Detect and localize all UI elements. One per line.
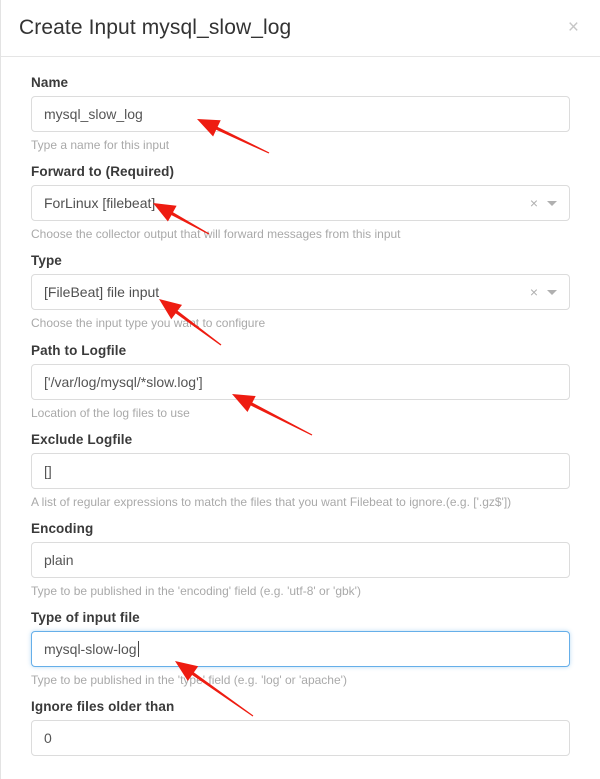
form-group-forward-to: Forward to (Required) ForLinux [filebeat]… — [31, 164, 570, 242]
help-text-encoding: Type to be published in the 'encoding' f… — [31, 583, 361, 598]
clear-icon-forward-to[interactable]: × — [530, 196, 538, 210]
form-group-type-of-input-file: Type of input file mysql-slow-log Type to … — [31, 610, 570, 688]
label-forward-to: Forward to (Required) — [31, 164, 175, 180]
select-forward-to[interactable]: ForLinux [filebeat] × — [31, 185, 570, 222]
chevron-down-icon-forward-to[interactable] — [547, 200, 557, 206]
form-group-name: Name mysql_slow_log Type a name for this i… — [31, 75, 570, 153]
select-type[interactable]: [FileBeat] file input × — [31, 274, 570, 311]
input-value-path-to-logfile: ['/var/log/mysql/*slow.log'] — [44, 373, 203, 390]
input-value-ignore-files-older-than: 0 — [44, 730, 52, 747]
input-exclude-logfile[interactable]: [] — [31, 452, 570, 489]
form-group-type: Type [FileBeat] file input × Choose the inp… — [31, 253, 570, 331]
input-encoding[interactable]: plain — [31, 541, 570, 578]
label-type: Type — [31, 253, 62, 269]
input-path-to-logfile[interactable]: ['/var/log/mysql/*slow.log'] — [31, 363, 570, 400]
form-group-exclude-logfile: Exclude Logfile [] A list of regular expre… — [31, 432, 570, 510]
create-input-modal: Create Input mysql_slow_log × Name mysql_… — [0, 0, 600, 779]
form-group-ignore-files-older-than: Ignore files older than 0 — [31, 699, 570, 757]
select-value-forward-to: ForLinux [filebeat] — [44, 195, 156, 212]
label-path-to-logfile: Path to Logfile — [31, 342, 127, 358]
text-cursor — [137, 641, 139, 658]
help-text-forward-to: Choose the collector output that will fo… — [31, 227, 401, 242]
chevron-down-icon-type[interactable] — [547, 289, 557, 295]
input-ignore-files-older-than[interactable]: 0 — [31, 720, 570, 757]
input-value-type-of-input-file: mysql-slow-log — [44, 641, 137, 658]
label-type-of-input-file: Type of input file — [31, 610, 140, 626]
page-title: Create Input mysql_slow_log — [19, 16, 292, 39]
form-group-path-to-logfile: Path to Logfile ['/var/log/mysql/*slow.lo… — [31, 343, 570, 421]
input-value-encoding: plain — [44, 551, 74, 568]
label-name: Name — [31, 75, 69, 90]
input-type-of-input-file[interactable]: mysql-slow-log — [31, 631, 570, 668]
modal-body: Name mysql_slow_log Type a name for this i… — [1, 57, 600, 757]
close-icon[interactable]: × — [564, 16, 583, 39]
clear-icon-type[interactable]: × — [530, 285, 538, 299]
select-value-type: [FileBeat] file input — [44, 284, 160, 301]
label-exclude-logfile: Exclude Logfile — [31, 431, 133, 447]
help-text-type: Choose the input type you want to config… — [31, 316, 266, 331]
form-group-encoding: Encoding plain Type to be published in the… — [31, 521, 570, 599]
help-text-type-of-input-file: Type to be published in the 'type' field… — [31, 673, 347, 688]
help-text-exclude-logfile: A list of regular expressions to match t… — [31, 494, 512, 509]
label-ignore-files-older-than: Ignore files older than — [31, 699, 175, 715]
help-text-path-to-logfile: Location of the log files to use — [31, 405, 190, 420]
input-value-exclude-logfile: [] — [44, 462, 52, 479]
input-name[interactable]: mysql_slow_log — [31, 96, 570, 132]
label-encoding: Encoding — [31, 520, 94, 536]
input-value-name: mysql_slow_log — [44, 106, 143, 122]
help-text-name: Type a name for this input — [31, 138, 170, 152]
modal-header: Create Input mysql_slow_log × — [1, 0, 600, 57]
